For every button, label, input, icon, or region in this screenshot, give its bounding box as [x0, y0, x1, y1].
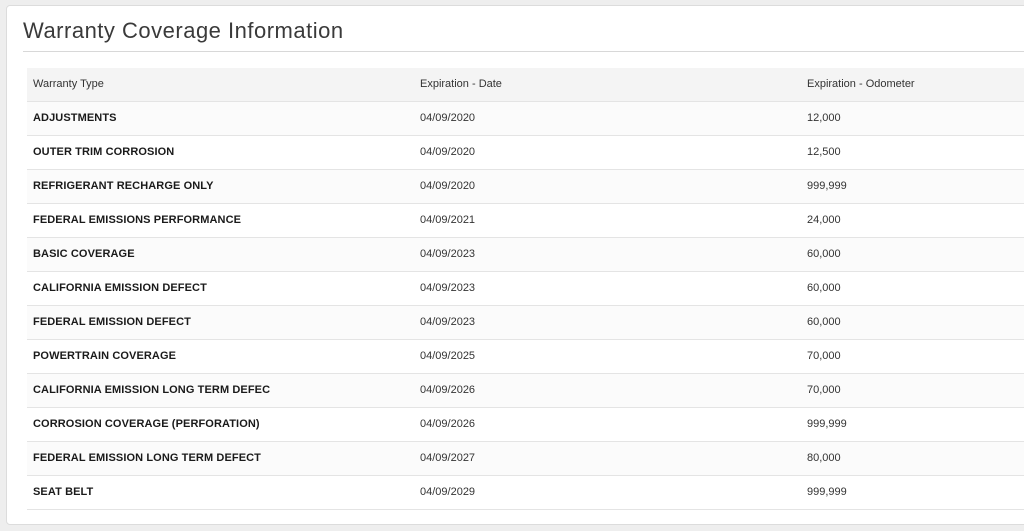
expiration-date-cell: 04/09/2029 — [414, 475, 801, 510]
column-header-expiration-date: Expiration - Date — [414, 68, 801, 102]
table-row: OUTER TRIM CORROSION 04/09/2020 12,500 — [27, 135, 1024, 170]
expiration-odometer-cell: 12,000 — [801, 101, 1024, 136]
table-row: FEDERAL EMISSION DEFECT 04/09/2023 60,00… — [27, 305, 1024, 340]
expiration-date-cell: 04/09/2023 — [414, 305, 801, 340]
warranty-type-cell: ADJUSTMENTS — [27, 101, 414, 136]
expiration-odometer-cell: 12,500 — [801, 135, 1024, 170]
warranty-type-cell: SEAT BELT — [27, 475, 414, 510]
warranty-type-cell: BASIC COVERAGE — [27, 237, 414, 272]
expiration-date-cell: 04/09/2020 — [414, 101, 801, 136]
table-row: CALIFORNIA EMISSION DEFECT 04/09/2023 60… — [27, 271, 1024, 306]
expiration-odometer-cell: 70,000 — [801, 339, 1024, 374]
warranty-type-cell: FEDERAL EMISSION LONG TERM DEFECT — [27, 441, 414, 476]
expiration-odometer-cell: 999,999 — [801, 475, 1024, 510]
warranty-table: Warranty Type Expiration - Date Expirati… — [27, 68, 1024, 510]
warranty-table-container: Warranty Type Expiration - Date Expirati… — [27, 68, 1024, 510]
expiration-date-cell: 04/09/2026 — [414, 373, 801, 408]
table-row: CALIFORNIA EMISSION LONG TERM DEFEC 04/0… — [27, 373, 1024, 408]
title-divider — [23, 51, 1024, 52]
expiration-date-cell: 04/09/2020 — [414, 169, 801, 204]
table-row: ADJUSTMENTS 04/09/2020 12,000 — [27, 101, 1024, 136]
warranty-coverage-panel: Warranty Coverage Information Warranty T… — [6, 5, 1024, 525]
warranty-type-cell: CALIFORNIA EMISSION LONG TERM DEFEC — [27, 373, 414, 408]
table-header-row: Warranty Type Expiration - Date Expirati… — [27, 68, 1024, 102]
expiration-date-cell: 04/09/2026 — [414, 407, 801, 442]
warranty-type-cell: CORROSION COVERAGE (PERFORATION) — [27, 407, 414, 442]
warranty-type-cell: FEDERAL EMISSIONS PERFORMANCE — [27, 203, 414, 238]
expiration-odometer-cell: 80,000 — [801, 441, 1024, 476]
expiration-odometer-cell: 999,999 — [801, 169, 1024, 204]
expiration-date-cell: 04/09/2023 — [414, 237, 801, 272]
warranty-type-cell: FEDERAL EMISSION DEFECT — [27, 305, 414, 340]
table-row: SEAT BELT 04/09/2029 999,999 — [27, 475, 1024, 510]
column-header-expiration-odometer: Expiration - Odometer — [801, 68, 1024, 102]
table-row: FEDERAL EMISSION LONG TERM DEFECT 04/09/… — [27, 441, 1024, 476]
expiration-date-cell: 04/09/2020 — [414, 135, 801, 170]
expiration-odometer-cell: 60,000 — [801, 237, 1024, 272]
expiration-date-cell: 04/09/2023 — [414, 271, 801, 306]
column-header-warranty-type: Warranty Type — [27, 68, 414, 102]
expiration-date-cell: 04/09/2025 — [414, 339, 801, 374]
expiration-odometer-cell: 60,000 — [801, 305, 1024, 340]
table-row: REFRIGERANT RECHARGE ONLY 04/09/2020 999… — [27, 169, 1024, 204]
table-row: FEDERAL EMISSIONS PERFORMANCE 04/09/2021… — [27, 203, 1024, 238]
table-row: CORROSION COVERAGE (PERFORATION) 04/09/2… — [27, 407, 1024, 442]
warranty-type-cell: REFRIGERANT RECHARGE ONLY — [27, 169, 414, 204]
warranty-type-cell: POWERTRAIN COVERAGE — [27, 339, 414, 374]
expiration-odometer-cell: 70,000 — [801, 373, 1024, 408]
expiration-date-cell: 04/09/2021 — [414, 203, 801, 238]
table-row: BASIC COVERAGE 04/09/2023 60,000 — [27, 237, 1024, 272]
expiration-odometer-cell: 60,000 — [801, 271, 1024, 306]
panel-title: Warranty Coverage Information — [23, 18, 344, 43]
expiration-date-cell: 04/09/2027 — [414, 441, 801, 476]
expiration-odometer-cell: 999,999 — [801, 407, 1024, 442]
expiration-odometer-cell: 24,000 — [801, 203, 1024, 238]
warranty-type-cell: OUTER TRIM CORROSION — [27, 135, 414, 170]
table-row: POWERTRAIN COVERAGE 04/09/2025 70,000 — [27, 339, 1024, 374]
warranty-type-cell: CALIFORNIA EMISSION DEFECT — [27, 271, 414, 306]
